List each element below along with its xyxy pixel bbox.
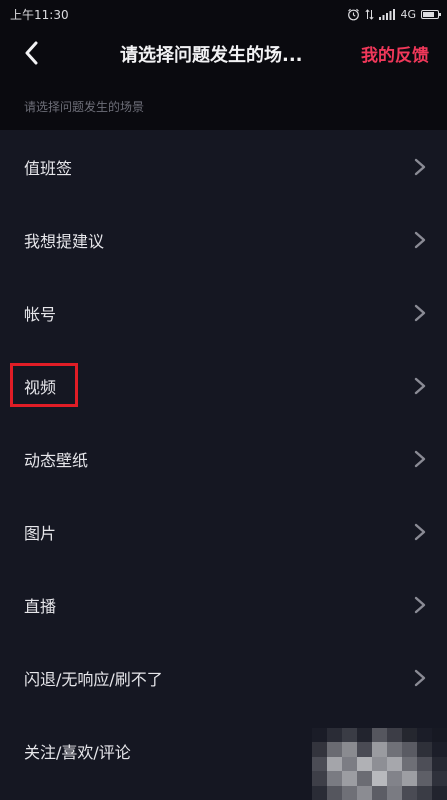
list-item-label: 图片 <box>24 523 57 543</box>
list-item-account[interactable]: 帐号 <box>0 276 447 349</box>
list-item-suggestion[interactable]: 我想提建议 <box>0 203 447 276</box>
alarm-icon <box>348 8 360 20</box>
chevron-right-icon <box>414 158 426 175</box>
network-type: 4G <box>400 7 416 21</box>
chevron-right-icon <box>414 669 426 686</box>
scene-list: 值班签 我想提建议 帐号 视频 动态壁纸 图片 直播 闪退/无响应/刷不了 关注… <box>0 130 447 787</box>
list-item-label: 视频 <box>24 377 57 397</box>
chevron-right-icon <box>414 523 426 540</box>
list-item-livestream[interactable]: 直播 <box>0 568 447 641</box>
page-title: 请选择问题发生的场... <box>120 45 303 66</box>
chevron-right-icon <box>414 231 426 248</box>
list-item-label: 我想提建议 <box>24 231 105 251</box>
status-bar: 上午11:30 4G <box>0 0 447 28</box>
list-item-images[interactable]: 图片 <box>0 495 447 568</box>
chevron-left-icon <box>25 41 38 65</box>
nav-bar: 请选择问题发生的场... 我的反馈 <box>0 28 447 78</box>
chevron-right-icon <box>414 377 426 394</box>
list-item-crash[interactable]: 闪退/无响应/刷不了 <box>0 641 447 714</box>
chevron-right-icon <box>414 450 426 467</box>
highlight-box <box>10 363 78 407</box>
mosaic-blur <box>312 728 447 800</box>
signal-icon <box>379 8 396 20</box>
chevron-right-icon <box>414 596 426 613</box>
list-item-label: 值班签 <box>24 158 73 178</box>
status-time: 上午11:30 <box>10 7 69 22</box>
back-button[interactable] <box>16 39 46 67</box>
list-item-duty-sign[interactable]: 值班签 <box>0 130 447 203</box>
list-item-label: 闪退/无响应/刷不了 <box>24 669 163 689</box>
list-item-label: 直播 <box>24 596 57 616</box>
list-item-label: 动态壁纸 <box>24 450 89 470</box>
my-feedback-button[interactable]: 我的反馈 <box>361 41 429 66</box>
battery-icon <box>421 9 441 19</box>
list-item-label: 帐号 <box>24 304 57 324</box>
section-header: 请选择问题发生的场景 <box>0 78 447 130</box>
status-icons: 4G <box>347 7 441 21</box>
list-item-live-wallpaper[interactable]: 动态壁纸 <box>0 422 447 495</box>
data-arrows-icon <box>365 8 375 20</box>
chevron-right-icon <box>414 304 426 321</box>
